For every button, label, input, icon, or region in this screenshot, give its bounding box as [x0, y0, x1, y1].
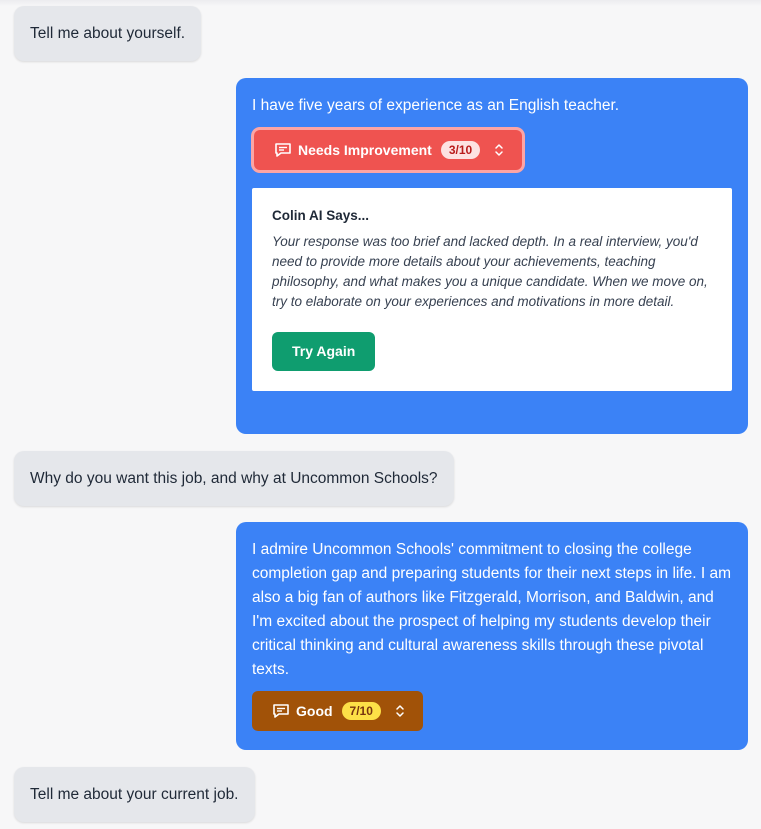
- chat-bubble-icon: [274, 142, 292, 158]
- interviewer-message: Why do you want this job, and why at Unc…: [14, 451, 454, 506]
- score-badge: 7/10: [341, 702, 381, 720]
- chat-page: Tell me about yourself. I have five year…: [0, 0, 761, 829]
- rating-toggle-button[interactable]: Needs Improvement 3/10: [254, 130, 523, 170]
- feedback-card: Colin AI Says... Your response was too b…: [252, 188, 732, 391]
- rating-label: Needs Improvement: [298, 142, 432, 158]
- interviewer-message: Tell me about yourself.: [14, 6, 202, 61]
- chat-bubble-icon: [272, 703, 290, 719]
- rating-toggle-button[interactable]: Good 7/10: [252, 691, 423, 731]
- feedback-body: Your response was too brief and lacked d…: [272, 234, 708, 309]
- interviewer-message: Tell me about your current job.: [14, 767, 255, 822]
- candidate-message: I admire Uncommon Schools' commitment to…: [236, 522, 748, 750]
- answer-text: I admire Uncommon Schools' commitment to…: [252, 541, 732, 678]
- answer-text: I have five years of experience as an En…: [252, 97, 620, 114]
- question-text: Tell me about yourself.: [30, 25, 186, 42]
- feedback-title: Colin AI Says...: [272, 208, 370, 223]
- chevron-up-down-icon: [494, 143, 504, 157]
- question-text: Tell me about your current job.: [30, 786, 239, 803]
- chevron-up-down-icon: [395, 704, 405, 718]
- score-badge: 3/10: [440, 141, 481, 159]
- question-text: Why do you want this job, and why at Unc…: [30, 470, 438, 487]
- try-again-button[interactable]: Try Again: [272, 332, 376, 371]
- candidate-message: I have five years of experience as an En…: [236, 78, 748, 434]
- rating-label: Good: [296, 703, 333, 719]
